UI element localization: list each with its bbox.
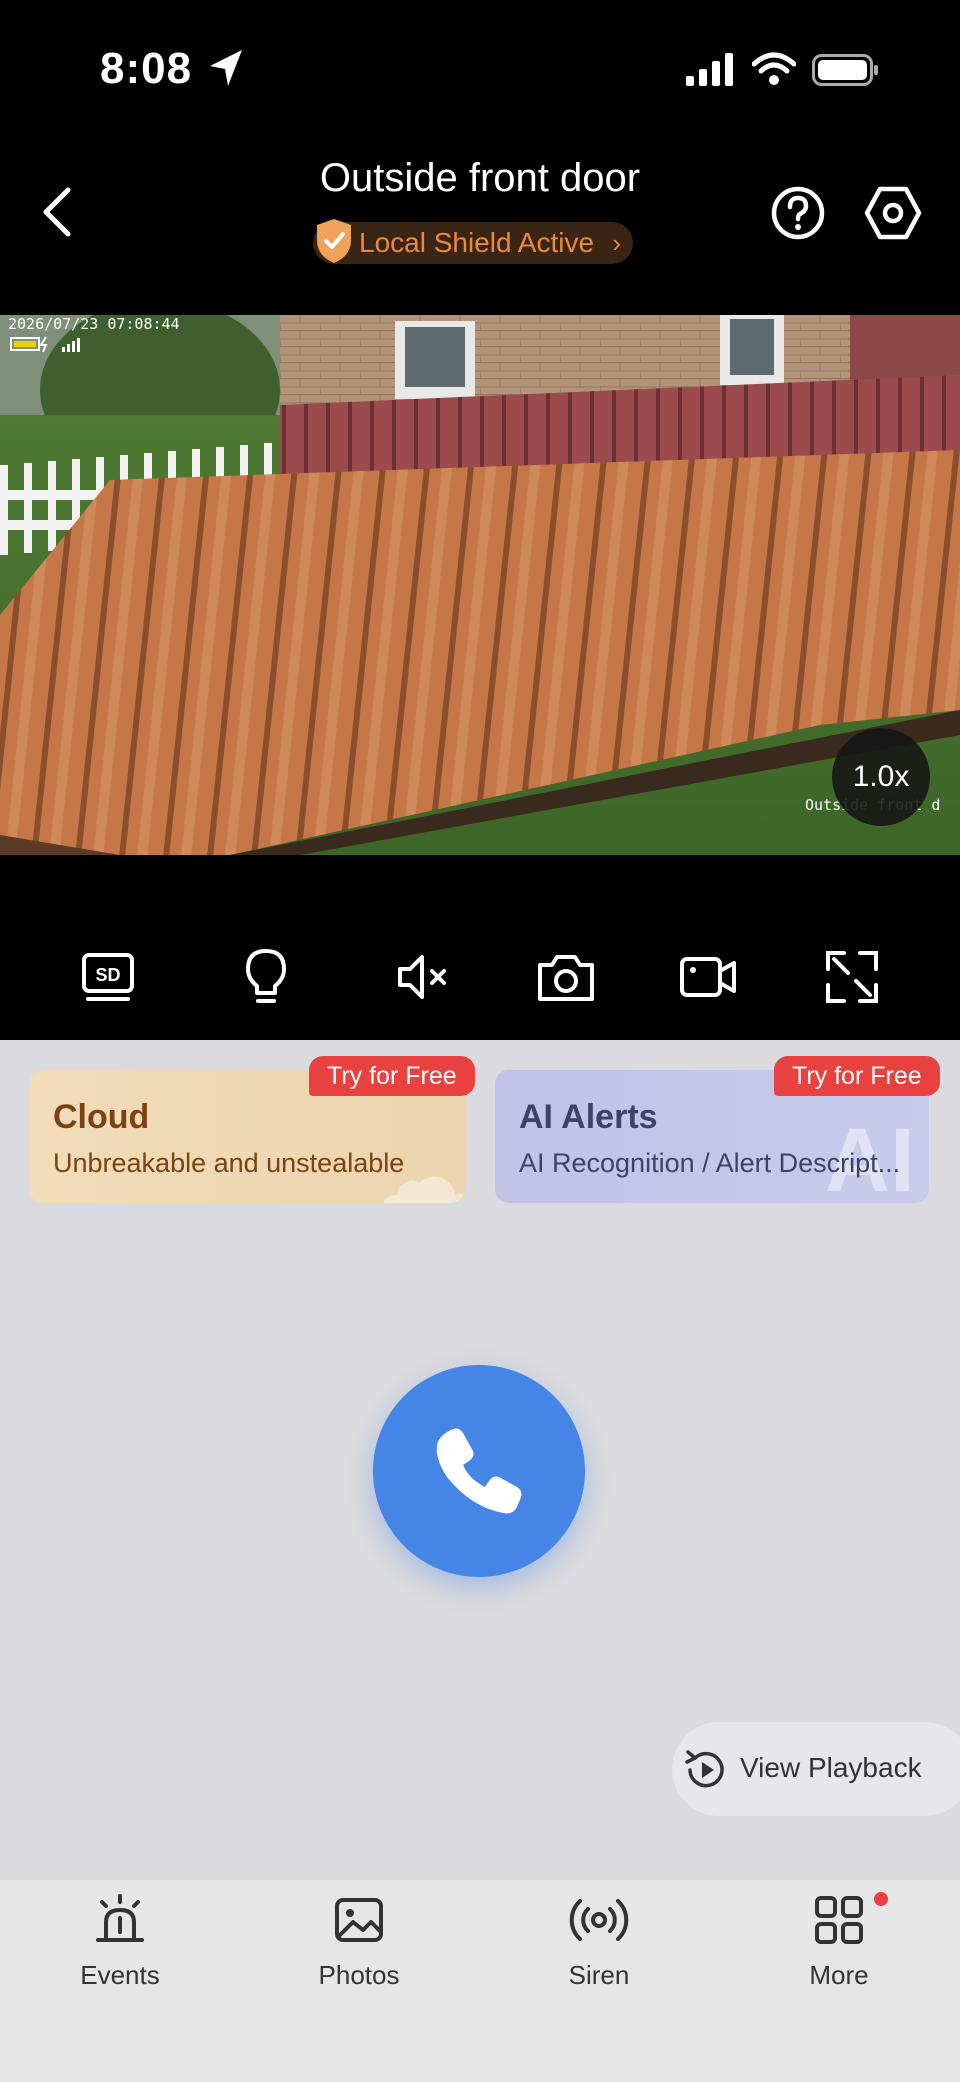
video-icon[interactable] bbox=[676, 945, 740, 1009]
expand-icon[interactable] bbox=[820, 945, 884, 1009]
call-button[interactable] bbox=[373, 1365, 585, 1577]
chevron-right-icon: › bbox=[612, 228, 621, 258]
speaker-muted-icon[interactable] bbox=[390, 945, 454, 1009]
nav-siren-label: Siren bbox=[568, 1960, 630, 1990]
local-shield-pill[interactable]: Local Shield Active › bbox=[313, 219, 633, 264]
cloud-promo-title: Cloud bbox=[53, 1098, 150, 1136]
nav-photos-label: Photos bbox=[318, 1960, 400, 1990]
signal-icon bbox=[686, 53, 733, 86]
svg-text:SD: SD bbox=[95, 965, 120, 985]
zoom-level-button[interactable]: 1.0x bbox=[832, 728, 930, 826]
nav-siren[interactable]: Siren bbox=[519, 1890, 679, 2010]
cloud-try-free-badge[interactable]: Try for Free bbox=[309, 1056, 475, 1096]
broadcast-icon bbox=[569, 1899, 629, 1941]
bulb-icon[interactable] bbox=[234, 945, 298, 1009]
nav-photos[interactable]: Photos bbox=[279, 1890, 439, 2010]
nav-events[interactable]: Events bbox=[40, 1890, 200, 2010]
view-playback-button[interactable]: View Playback bbox=[672, 1722, 960, 1816]
replay-icon bbox=[685, 1750, 724, 1788]
cloud-promo-subtitle: Unbreakable and unstealable bbox=[53, 1148, 405, 1178]
wifi-icon bbox=[752, 52, 796, 85]
help-icon[interactable] bbox=[770, 185, 826, 241]
phone-icon bbox=[436, 1428, 522, 1514]
settings-hexagon-icon[interactable] bbox=[864, 184, 922, 242]
view-playback-label: View Playback bbox=[740, 1752, 922, 1783]
shield-label: Local Shield Active bbox=[359, 227, 595, 258]
camera-timestamp: 2026/07/23 07:08:44 bbox=[8, 315, 180, 333]
camera-live-view[interactable] bbox=[0, 315, 960, 855]
camera-icon[interactable] bbox=[534, 945, 598, 1009]
notification-dot bbox=[874, 1892, 888, 1906]
ai-try-free-badge[interactable]: Try for Free bbox=[774, 1056, 940, 1096]
alarm-icon bbox=[96, 1894, 144, 1942]
nav-more-label: More bbox=[809, 1960, 869, 1990]
nav-events-label: Events bbox=[80, 1960, 160, 1990]
ai-promo-title: AI Alerts bbox=[519, 1098, 658, 1136]
grid-icon bbox=[815, 1896, 863, 1944]
battery-icon bbox=[812, 54, 878, 86]
sd-icon[interactable]: SD bbox=[76, 945, 140, 1009]
camera-battery-signal-icon bbox=[10, 336, 80, 353]
camera-control-bar bbox=[0, 855, 960, 1040]
ai-promo-subtitle: AI Recognition / Alert Descript... bbox=[519, 1148, 901, 1178]
nav-more[interactable]: More bbox=[759, 1890, 919, 2010]
camera-scene-image bbox=[0, 315, 960, 855]
shield-check-icon bbox=[317, 219, 351, 263]
status-time: 8:08 bbox=[100, 44, 193, 93]
location-arrow-icon bbox=[210, 50, 242, 86]
image-icon bbox=[335, 1898, 383, 1942]
